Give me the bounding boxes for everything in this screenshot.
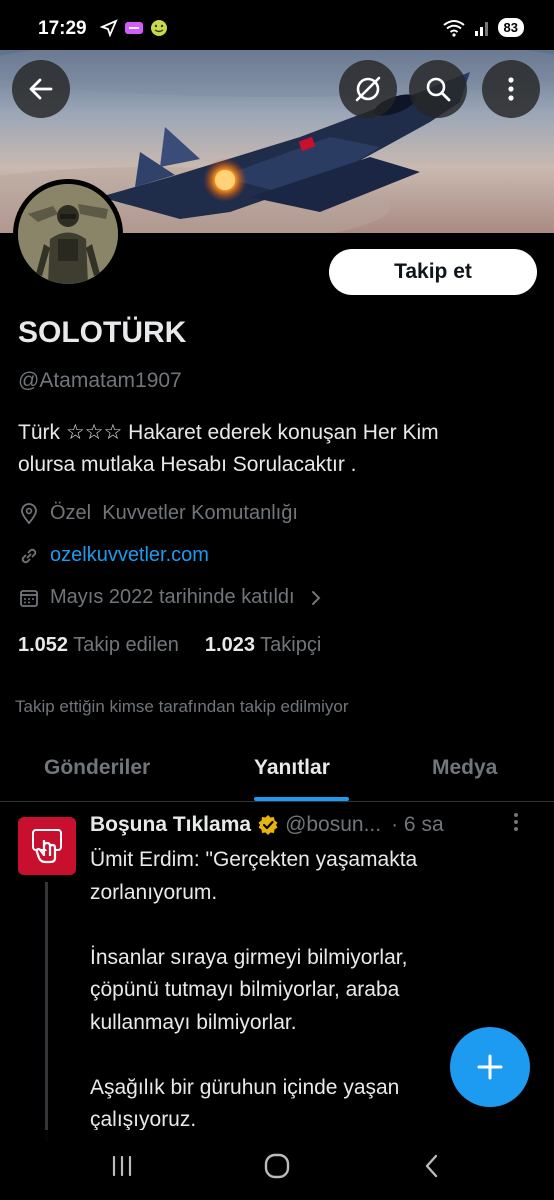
profile-avatar[interactable] bbox=[13, 179, 123, 289]
back-nav-button[interactable] bbox=[412, 1146, 452, 1186]
tweet-author-avatar[interactable] bbox=[18, 817, 76, 875]
plus-icon bbox=[477, 1054, 503, 1080]
location-icon bbox=[100, 19, 118, 37]
user-handle: @Atamatam1907 bbox=[18, 369, 182, 392]
app-notification-icon bbox=[125, 22, 143, 34]
followers-count: 1.023 bbox=[204, 634, 255, 656]
joined-text: Mayıs 2022 tarihinde katıldı bbox=[50, 586, 295, 608]
home-icon bbox=[264, 1153, 290, 1179]
wifi-icon bbox=[442, 19, 465, 37]
hand-click-icon bbox=[32, 829, 62, 864]
soldier-image bbox=[18, 184, 118, 284]
following-stat[interactable]: 1.052 Takip edilen bbox=[18, 634, 179, 657]
followers-stat[interactable]: 1.023 Takipçi bbox=[205, 634, 321, 657]
home-button[interactable] bbox=[257, 1146, 297, 1186]
avatar-image bbox=[18, 184, 118, 284]
status-bar: 17:29 83 bbox=[0, 0, 554, 50]
follow-button[interactable]: Takip et bbox=[329, 249, 537, 295]
following-label: Takip edilen bbox=[73, 634, 179, 656]
profile-tabs: Gönderiler Yanıtlar Medya bbox=[0, 742, 554, 802]
tweet-author-name[interactable]: Boşuna Tıklama bbox=[90, 813, 251, 837]
bio-line: olursa mutlaka Hesabı Sorulacaktır . bbox=[18, 453, 357, 476]
recent-apps-button[interactable] bbox=[102, 1146, 142, 1186]
follow-stats: 1.052 Takip edilen 1.023 Takipçi bbox=[18, 634, 321, 657]
website-row: ozelkuvvetler.com bbox=[18, 544, 209, 567]
tab-media[interactable]: Medya bbox=[432, 756, 497, 780]
link-icon bbox=[18, 545, 40, 567]
smiley-app-icon bbox=[151, 20, 167, 36]
verified-badge-icon bbox=[258, 815, 278, 835]
status-icons-right: 83 bbox=[442, 18, 524, 37]
search-icon bbox=[426, 77, 451, 102]
profile-bio: Türk ☆☆☆ Hakaret ederek konuşan Her Kim … bbox=[18, 417, 543, 481]
tweet-time: · 6 sa bbox=[391, 813, 444, 836]
more-button[interactable] bbox=[482, 60, 540, 118]
grok-icon bbox=[355, 76, 381, 102]
status-time: 17:29 bbox=[38, 18, 87, 39]
not-followed-note: Takip ettiğin kimse tarafından takip edi… bbox=[15, 697, 349, 716]
following-count: 1.052 bbox=[18, 634, 69, 656]
website-link[interactable]: ozelkuvvetler.com bbox=[50, 544, 209, 567]
location-row: Özel Kuvvetler Komutanlığı bbox=[18, 502, 298, 525]
tweet-header: Boşuna Tıklama @bosun... · 6 sa bbox=[90, 813, 444, 837]
system-nav-bar bbox=[0, 1130, 554, 1200]
recent-apps-icon bbox=[112, 1155, 132, 1177]
compose-button[interactable] bbox=[450, 1027, 530, 1107]
signal-icon bbox=[474, 21, 488, 36]
more-vertical-icon bbox=[508, 77, 514, 101]
calendar-icon bbox=[18, 587, 40, 609]
tweet-more-button[interactable] bbox=[512, 811, 520, 839]
location-pin-icon bbox=[18, 502, 40, 525]
tweet-text[interactable]: Ümit Erdim: "Gerçekten yaşamakta zorlanı… bbox=[90, 844, 490, 1137]
joined-row[interactable]: Mayıs 2022 tarihinde katıldı bbox=[18, 586, 327, 609]
display-name: SOLOTÜRK bbox=[18, 316, 187, 349]
bio-line: Türk ☆☆☆ Hakaret ederek konuşan Her Kim bbox=[18, 421, 439, 444]
tweet-author-handle[interactable]: @bosun... bbox=[285, 813, 381, 837]
chevron-right-icon bbox=[305, 587, 327, 609]
search-button[interactable] bbox=[409, 60, 467, 118]
tab-replies[interactable]: Yanıtlar bbox=[254, 756, 330, 780]
status-icons-left bbox=[100, 19, 168, 37]
location-text: Özel Kuvvetler Komutanlığı bbox=[50, 502, 298, 524]
active-tab-indicator bbox=[254, 797, 349, 801]
thread-connector bbox=[45, 882, 48, 1142]
grok-button[interactable] bbox=[339, 60, 397, 118]
arrow-left-icon bbox=[29, 78, 53, 100]
tab-posts[interactable]: Gönderiler bbox=[44, 756, 150, 780]
back-button[interactable] bbox=[12, 60, 70, 118]
more-vertical-icon bbox=[514, 813, 518, 831]
followers-label: Takipçi bbox=[260, 634, 322, 656]
battery-indicator: 83 bbox=[497, 18, 524, 37]
chevron-left-icon bbox=[425, 1154, 438, 1178]
